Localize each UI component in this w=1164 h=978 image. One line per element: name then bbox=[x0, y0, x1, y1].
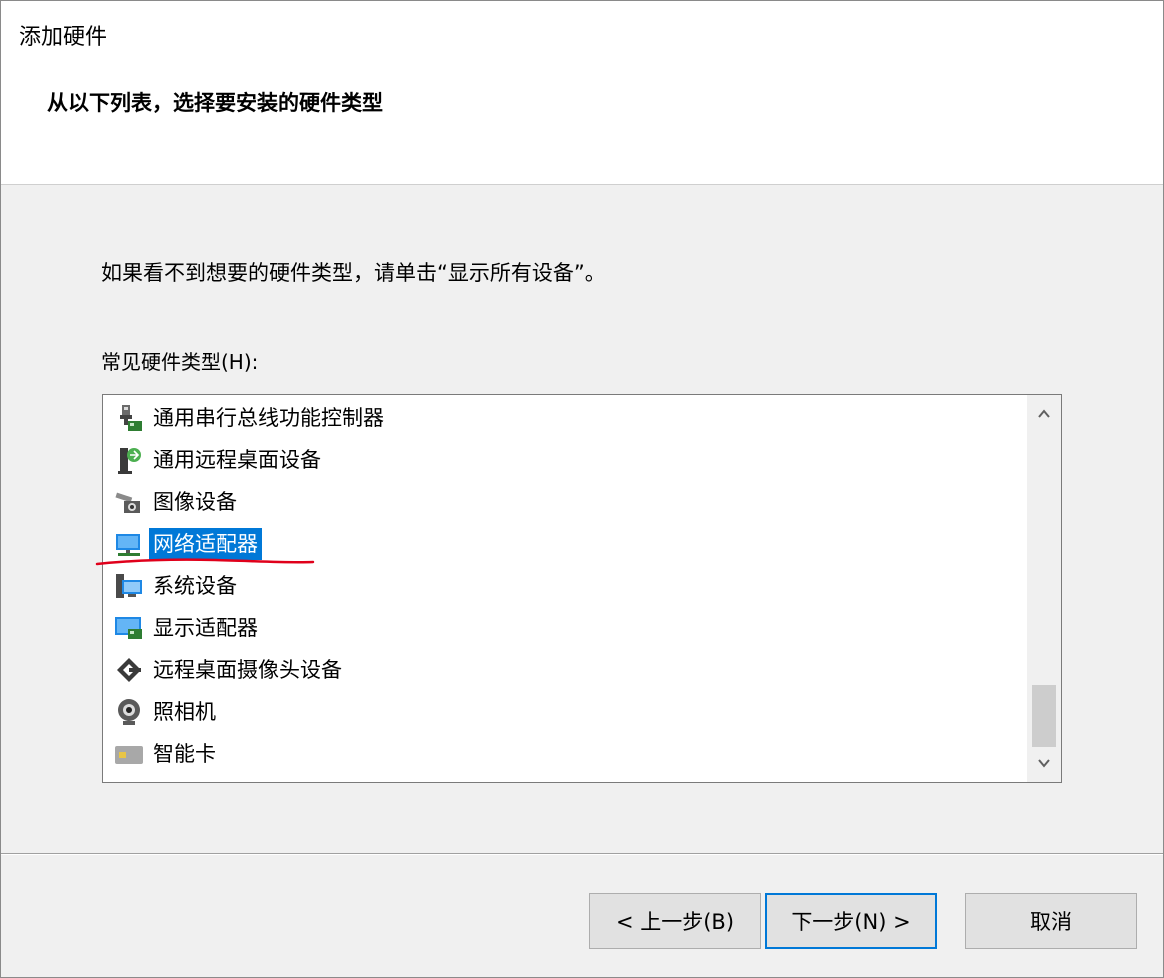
display-adapter-icon bbox=[113, 612, 145, 644]
smart-card-icon bbox=[113, 738, 145, 770]
imaging-device-icon bbox=[113, 486, 145, 518]
hardware-types-items: 通用串行总线功能控制器 通用远程桌面设备 图像设备 网络适配器 系统设备 显示适… bbox=[103, 395, 1027, 782]
footer-separator bbox=[1, 853, 1163, 855]
list-item-smart-card[interactable]: 智能卡 bbox=[113, 735, 220, 773]
hardware-types-listbox[interactable]: 通用串行总线功能控制器 通用远程桌面设备 图像设备 网络适配器 系统设备 显示适… bbox=[102, 394, 1062, 783]
dialog-header: 添加硬件 从以下列表，选择要安装的硬件类型 bbox=[1, 1, 1163, 185]
instruction-text: 如果看不到想要的硬件类型，请单击“显示所有设备”。 bbox=[101, 261, 606, 285]
camera-icon bbox=[113, 696, 145, 728]
list-item-imaging-device[interactable]: 图像设备 bbox=[113, 483, 241, 521]
list-item-label: 照相机 bbox=[153, 700, 216, 724]
list-item-system-device[interactable]: 系统设备 bbox=[113, 567, 241, 605]
list-item-usb-controller[interactable]: 通用串行总线功能控制器 bbox=[113, 399, 388, 437]
list-item-camera[interactable]: 照相机 bbox=[113, 693, 220, 731]
chevron-up-icon bbox=[1038, 409, 1050, 418]
list-item-label: 通用串行总线功能控制器 bbox=[153, 406, 384, 430]
list-item-network-adapter[interactable]: 网络适配器 bbox=[113, 525, 262, 563]
remote-camera-icon bbox=[113, 654, 145, 686]
list-item-label: 通用远程桌面设备 bbox=[153, 448, 321, 472]
scroll-thumb[interactable] bbox=[1032, 685, 1056, 747]
list-item-label: 网络适配器 bbox=[149, 528, 262, 560]
list-item-label: 显示适配器 bbox=[153, 616, 258, 640]
cancel-button[interactable]: 取消 bbox=[965, 893, 1137, 949]
list-item-label: 图像设备 bbox=[153, 490, 237, 514]
window-title: 添加硬件 bbox=[19, 25, 108, 50]
list-item-label: 系统设备 bbox=[153, 574, 237, 598]
back-button[interactable]: < 上一步(B) bbox=[589, 893, 761, 949]
hardware-types-label: 常见硬件类型(H): bbox=[101, 350, 259, 374]
list-item-remote-camera-device[interactable]: 远程桌面摄像头设备 bbox=[113, 651, 346, 689]
list-item-display-adapter[interactable]: 显示适配器 bbox=[113, 609, 262, 647]
next-button[interactable]: 下一步(N) > bbox=[765, 893, 937, 949]
usb-controller-icon bbox=[113, 402, 145, 434]
page-heading: 从以下列表，选择要安装的硬件类型 bbox=[47, 91, 383, 115]
scroll-down-button[interactable] bbox=[1027, 746, 1061, 780]
system-device-icon bbox=[113, 570, 145, 602]
chevron-down-icon bbox=[1038, 759, 1050, 768]
add-hardware-dialog: 添加硬件 从以下列表，选择要安装的硬件类型 如果看不到想要的硬件类型，请单击“显… bbox=[0, 0, 1164, 978]
list-item-label: 智能卡 bbox=[153, 742, 216, 766]
remote-desktop-device-icon bbox=[113, 444, 145, 476]
list-item-remote-desktop-device[interactable]: 通用远程桌面设备 bbox=[113, 441, 325, 479]
network-adapter-icon bbox=[113, 528, 145, 560]
scroll-up-button[interactable] bbox=[1027, 397, 1061, 431]
vertical-scrollbar[interactable] bbox=[1027, 395, 1061, 782]
list-item-label: 远程桌面摄像头设备 bbox=[153, 658, 342, 682]
